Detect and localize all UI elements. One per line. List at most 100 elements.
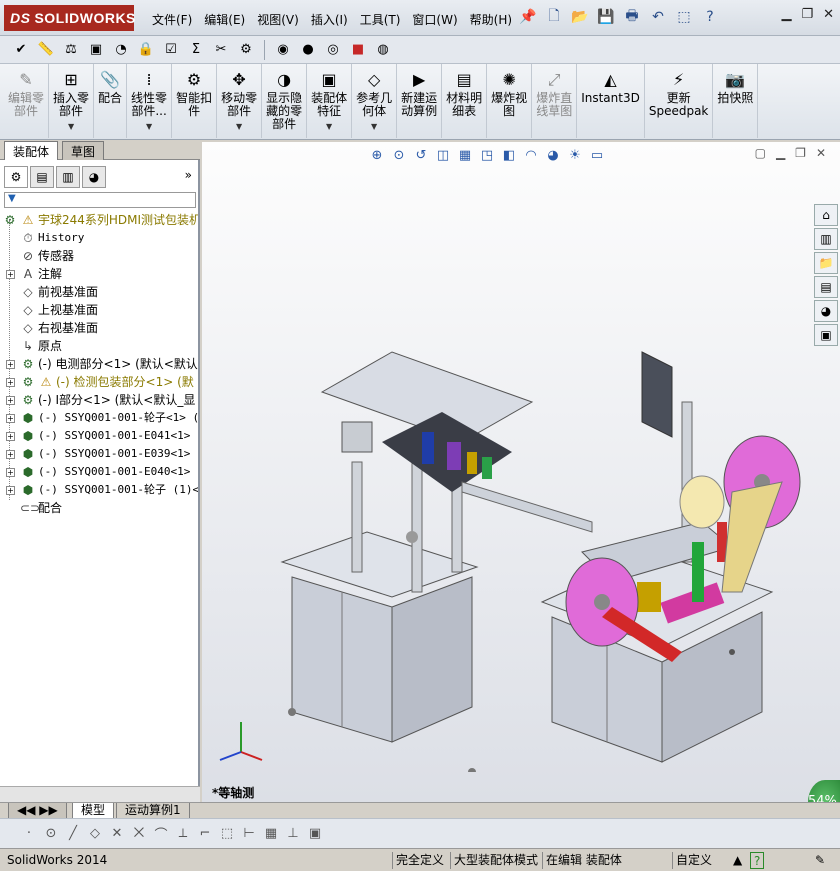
check-icon[interactable]: ☑ bbox=[160, 39, 182, 61]
arc-icon[interactable]: ⌒ bbox=[152, 825, 170, 843]
grid-icon[interactable]: ▦ bbox=[262, 825, 280, 843]
tree-node[interactable]: + ⬢ (-) SSYQ001-001-E040<1> ( bbox=[2, 463, 198, 481]
menu-item[interactable]: 帮助(H) bbox=[464, 8, 518, 31]
tree-node[interactable]: + ⬢ (-) SSYQ001-001-E041<1> ( bbox=[2, 427, 198, 445]
solidworks-logo[interactable]: DS SOLIDWORKS bbox=[4, 5, 135, 31]
expand-toggle-icon[interactable]: + bbox=[6, 486, 15, 495]
display-manager-icon[interactable]: ◕ bbox=[82, 166, 106, 188]
chevron-down-icon[interactable]: ▼ bbox=[236, 120, 242, 133]
zoom-to-fit-icon[interactable]: ⊕ bbox=[368, 146, 386, 164]
command-linear-pattern[interactable]: ⁞ 线性零 部件... ▼ bbox=[127, 64, 173, 138]
interference-icon[interactable]: ✂ bbox=[210, 39, 232, 61]
command-move-component[interactable]: ✥ 移动零 部件 ▼ bbox=[217, 64, 263, 138]
section-view-icon[interactable]: ◫ bbox=[434, 146, 452, 164]
tab-assembly[interactable]: 装配体 bbox=[4, 141, 59, 160]
feature-tree-icon[interactable]: ⚙ bbox=[4, 166, 28, 188]
command-mate[interactable]: 📎 配合 bbox=[94, 64, 128, 138]
trim-icon[interactable]: ⨉ bbox=[130, 825, 148, 843]
circle-check-icon[interactable]: ◎ bbox=[322, 39, 344, 61]
tree-node[interactable]: ⊘ 传感器 bbox=[2, 247, 198, 265]
command-explode-line[interactable]: ⤢ 爆炸直 线草图 bbox=[532, 64, 578, 138]
tree-node[interactable]: ⊂⊃ 配合 bbox=[2, 499, 198, 517]
menu-item[interactable]: 编辑(E) bbox=[198, 8, 251, 31]
tab-sketch[interactable]: 草图 bbox=[62, 141, 105, 160]
lock-icon[interactable]: 🔒 bbox=[135, 39, 157, 61]
tree-node[interactable]: + ⚙ ⚠ (-) 检测包装部分<1> (默 bbox=[2, 373, 198, 391]
mass-properties-icon[interactable]: ⚖ bbox=[60, 39, 82, 61]
property-manager-icon[interactable]: ▤ bbox=[30, 166, 54, 188]
configuration-manager-icon[interactable]: ▥ bbox=[56, 166, 80, 188]
tree-node[interactable]: + ⚙ (-) I部分<1> (默认<默认_显 bbox=[2, 391, 198, 409]
panel-horizontal-scrollbar[interactable] bbox=[0, 786, 200, 802]
appearance-icon[interactable]: ◍ bbox=[372, 39, 394, 61]
left-machine[interactable] bbox=[280, 351, 593, 772]
home-icon[interactable]: ⌂ bbox=[814, 204, 838, 226]
viewport-close-icon[interactable]: ✕ bbox=[816, 146, 826, 160]
offset-icon[interactable]: ⟂ bbox=[174, 825, 192, 843]
tree-node[interactable]: ◇ 右视基准面 bbox=[2, 319, 198, 337]
relation-icon[interactable]: ⊥ bbox=[284, 825, 302, 843]
tab-scroll-buttons[interactable]: ◀◀ ▶▶ bbox=[8, 803, 67, 819]
chevron-down-icon[interactable]: ▼ bbox=[68, 120, 74, 133]
menu-item[interactable]: 插入(I) bbox=[305, 8, 354, 31]
tree-node[interactable]: + ⬢ (-) SSYQ001-001-轮子<1> ( bbox=[2, 409, 198, 427]
command-smart-fastener[interactable]: ⚙ 智能扣 件 bbox=[172, 64, 218, 138]
hole-alignment-icon[interactable]: ◉ bbox=[272, 39, 294, 61]
cross-icon[interactable]: ✕ bbox=[108, 825, 126, 843]
command-speedpak[interactable]: ⚡ 更新 Speedpak bbox=[645, 64, 714, 138]
command-edit-component[interactable]: ✎ 编辑零 部件 bbox=[4, 64, 50, 138]
circle-icon[interactable]: ⊙ bbox=[42, 825, 60, 843]
section-properties-icon[interactable]: ▣ bbox=[85, 39, 107, 61]
tab-model[interactable]: 模型 bbox=[72, 803, 115, 819]
minimize-icon[interactable]: ▁ bbox=[781, 7, 791, 22]
dimension-icon[interactable]: ⊢ bbox=[240, 825, 258, 843]
tree-node[interactable]: + ⬢ (-) SSYQ001-001-轮子 (1)<1 bbox=[2, 481, 198, 499]
save-icon[interactable]: 💾 bbox=[596, 7, 616, 27]
sum-icon[interactable]: Σ bbox=[185, 39, 207, 61]
print-icon[interactable]: 🖶 bbox=[622, 7, 642, 27]
right-machine[interactable] bbox=[540, 351, 801, 763]
pin-icon[interactable]: 📌 bbox=[518, 7, 538, 27]
tree-node[interactable]: ◇ 上视基准面 bbox=[2, 301, 198, 319]
tab-motion-study[interactable]: 运动算例1 bbox=[116, 803, 190, 819]
notification-icon[interactable]: ✎ bbox=[812, 852, 828, 869]
design-library-icon[interactable]: ▥ bbox=[814, 228, 838, 250]
view-settings-icon[interactable]: ▭ bbox=[588, 146, 606, 164]
display-style-icon[interactable]: ◧ bbox=[500, 146, 518, 164]
open-folder-icon[interactable]: 📂 bbox=[570, 7, 590, 27]
chevron-down-icon[interactable]: ▼ bbox=[326, 120, 332, 133]
speed-icon[interactable]: ◔ bbox=[110, 39, 132, 61]
chevron-down-icon[interactable]: ▼ bbox=[371, 120, 377, 133]
apply-scene-icon[interactable]: ☀ bbox=[566, 146, 584, 164]
tree-node[interactable]: ↳ 原点 bbox=[2, 337, 198, 355]
viewport-restore-icon[interactable]: ❐ bbox=[795, 146, 806, 160]
tree-node[interactable]: + ⚙ (-) 电测部分<1> (默认<默认 bbox=[2, 355, 198, 373]
units-selector[interactable]: 自定义 bbox=[672, 852, 715, 869]
tree-node[interactable]: ◇ 前视基准面 bbox=[2, 283, 198, 301]
red-square-icon[interactable]: ■ bbox=[347, 39, 369, 61]
view-orientation-icon[interactable]: ◳ bbox=[478, 146, 496, 164]
help-icon[interactable]: ? bbox=[700, 7, 720, 27]
expand-toggle-icon[interactable]: + bbox=[6, 468, 15, 477]
menu-item[interactable]: 工具(T) bbox=[354, 8, 407, 31]
dynamic-annotation-icon[interactable]: ▦ bbox=[456, 146, 474, 164]
expand-toggle-icon[interactable]: + bbox=[6, 360, 15, 369]
command-exploded-view[interactable]: ✺ 爆炸视 图 bbox=[487, 64, 533, 138]
help-status-icon[interactable]: ? bbox=[750, 852, 765, 869]
restore-icon[interactable]: ❐ bbox=[801, 7, 813, 22]
command-motion-study[interactable]: ▶ 新建运 动算例 bbox=[397, 64, 443, 138]
select-icon[interactable]: ⬚ bbox=[674, 7, 694, 27]
spell-check-icon[interactable]: ✔ bbox=[10, 39, 32, 61]
viewport-split-icon[interactable]: ▢ bbox=[755, 146, 766, 160]
tree-node[interactable]: + ⬢ (-) SSYQ001-001-E039<1> ( bbox=[2, 445, 198, 463]
chevron-down-icon[interactable]: ▼ bbox=[146, 120, 152, 133]
assembly-model[interactable] bbox=[262, 292, 822, 772]
command-assembly-feature[interactable]: ▣ 装配体 特征 ▼ bbox=[307, 64, 353, 138]
viewport-minimize-icon[interactable]: ▁ bbox=[776, 146, 785, 160]
expand-toggle-icon[interactable]: + bbox=[6, 450, 15, 459]
menu-item[interactable]: 文件(F) bbox=[146, 8, 198, 31]
expand-toggle-icon[interactable]: + bbox=[6, 270, 15, 279]
point-icon[interactable]: · bbox=[20, 825, 38, 843]
expand-toggle-icon[interactable]: + bbox=[6, 432, 15, 441]
tree-filter[interactable]: ▼ bbox=[4, 192, 196, 208]
